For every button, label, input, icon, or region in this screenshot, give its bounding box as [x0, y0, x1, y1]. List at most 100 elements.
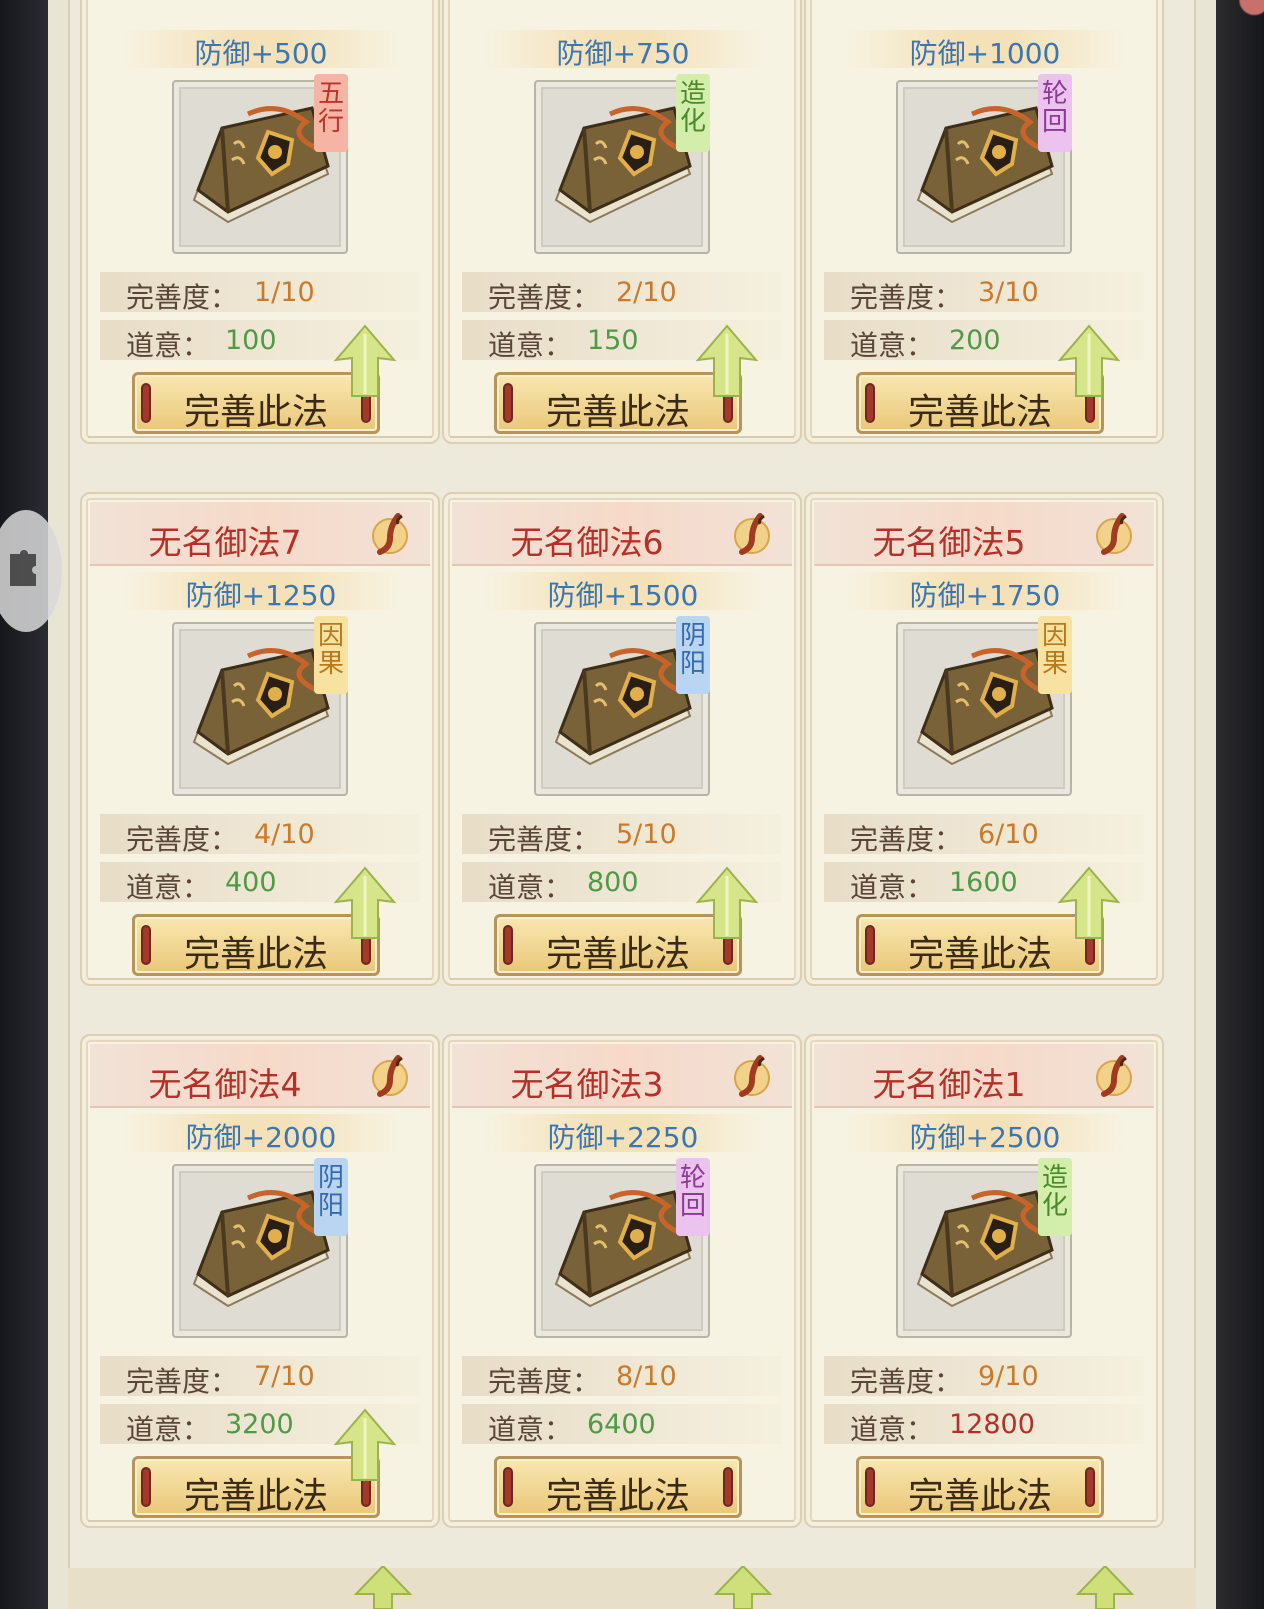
defense-bar: 防御+1500 [484, 572, 762, 612]
daoyi-label: 道意： [850, 1413, 935, 1446]
completion-row: 完善度： 7/10 [100, 1356, 420, 1398]
skill-icon-frame[interactable]: 五行 [172, 74, 348, 254]
element-tag: 阴阳 [314, 1158, 348, 1236]
completion-row: 完善度： 9/10 [824, 1356, 1144, 1398]
book-icon [554, 648, 692, 766]
defense-bar: 防御+1750 [846, 572, 1124, 612]
daoyi-value: 400 [225, 867, 277, 898]
skill-name-bar: 无名御法4 [90, 1044, 430, 1108]
gourd-icon[interactable] [1092, 512, 1136, 556]
completion-value: 9/10 [978, 1361, 1039, 1392]
upgrade-arrow-icon [695, 324, 759, 397]
card-footer-decoration [450, 966, 794, 980]
gourd-icon[interactable] [1092, 1054, 1136, 1098]
skill-icon-frame[interactable]: 造化 [534, 74, 710, 254]
skill-card: 无名御法3 防御+2250 轮回 完善度： 8/10 道意： 6400 完善此法 [442, 1034, 802, 1528]
completion-row: 完善度： 5/10 [462, 814, 782, 856]
completion-value: 6/10 [978, 819, 1039, 850]
completion-label: 完善度： [850, 823, 963, 856]
background-right [1216, 0, 1264, 1609]
skill-icon-frame[interactable]: 轮回 [534, 1158, 710, 1338]
element-tag: 阴阳 [676, 616, 710, 694]
completion-label: 完善度： [488, 823, 601, 856]
book-icon [916, 106, 1054, 224]
completion-label: 完善度： [850, 281, 963, 314]
defense-value: 防御+2250 [547, 1121, 699, 1154]
defense-value: 防御+2000 [185, 1121, 337, 1154]
completion-row: 完善度： 4/10 [100, 814, 420, 856]
book-icon [916, 1190, 1054, 1308]
daoyi-value: 3200 [225, 1409, 294, 1440]
skill-name-bar: 无名御法5 [814, 502, 1154, 566]
upgrade-arrow-icon [333, 866, 397, 939]
skill-card: 防御+750 造化 完善度： 2/10 道意： 150 完善此法 [442, 0, 802, 444]
gourd-icon[interactable] [730, 512, 774, 556]
card-footer-decoration [88, 424, 432, 438]
puzzle-icon [10, 550, 36, 586]
daoyi-value: 6400 [587, 1409, 656, 1440]
card-footer-decoration [812, 966, 1156, 980]
completion-row: 完善度： 1/10 [100, 272, 420, 314]
book-icon [192, 106, 330, 224]
completion-label: 完善度： [850, 1365, 963, 1398]
book-icon [554, 1190, 692, 1308]
daoyi-label: 道意： [488, 329, 573, 362]
defense-bar: 防御+1000 [846, 30, 1124, 70]
daoyi-label: 道意： [488, 1413, 573, 1446]
skill-icon-frame[interactable]: 因果 [172, 616, 348, 796]
daoyi-value: 150 [587, 325, 639, 356]
book-icon [192, 1190, 330, 1308]
completion-label: 完善度： [488, 281, 601, 314]
skill-icon-frame[interactable]: 造化 [896, 1158, 1072, 1338]
daoyi-label: 道意： [850, 329, 935, 362]
element-tag: 五行 [314, 74, 348, 152]
defense-bar: 防御+2250 [484, 1114, 762, 1154]
skill-card: 无名御法1 防御+2500 造化 完善度： 9/10 道意： 12800 完善此… [804, 1034, 1164, 1528]
skill-card: 无名御法4 防御+2000 阴阳 完善度： 7/10 道意： 3200 完善此法 [80, 1034, 440, 1528]
skill-card: 无名御法5 防御+1750 因果 完善度： 6/10 道意： 1600 完善此法 [804, 492, 1164, 986]
daoyi-row: 道意： 12800 [824, 1404, 1144, 1446]
element-tag: 因果 [314, 616, 348, 694]
button-cap-right [723, 1467, 733, 1507]
button-cap-right [1085, 1467, 1095, 1507]
card-footer-decoration [450, 1508, 794, 1522]
completion-row: 完善度： 6/10 [824, 814, 1144, 856]
skill-name: 无名御法7 [148, 523, 302, 562]
daoyi-label: 道意： [126, 871, 211, 904]
skill-name-bar: 无名御法6 [452, 502, 792, 566]
defense-bar: 防御+2000 [122, 1114, 400, 1154]
skill-icon-frame[interactable]: 阴阳 [172, 1158, 348, 1338]
book-icon [554, 106, 692, 224]
gourd-icon[interactable] [368, 1054, 412, 1098]
skill-card: 无名御法6 防御+1500 阴阳 完善度： 5/10 道意： 800 完善此法 [442, 492, 802, 986]
daoyi-value: 100 [225, 325, 277, 356]
skill-name: 无名御法4 [148, 1065, 302, 1104]
skill-card: 防御+500 五行 完善度： 1/10 道意： 100 完善此法 [80, 0, 440, 444]
upgrade-arrow-icon [333, 324, 397, 397]
completion-label: 完善度： [126, 823, 239, 856]
skill-name-bar: 无名御法7 [90, 502, 430, 566]
gourd-icon[interactable] [730, 1054, 774, 1098]
upgrade-arrow-icon [353, 1566, 413, 1609]
defense-bar: 防御+500 [122, 30, 400, 70]
card-footer-decoration [812, 1508, 1156, 1522]
book-icon [916, 648, 1054, 766]
skill-icon-frame[interactable]: 因果 [896, 616, 1072, 796]
book-icon [192, 648, 330, 766]
upgrade-arrow-icon [1057, 866, 1121, 939]
daoyi-value: 1600 [949, 867, 1018, 898]
skill-icon-frame[interactable]: 阴阳 [534, 616, 710, 796]
skill-name: 无名御法3 [510, 1065, 664, 1104]
completion-value: 7/10 [254, 1361, 315, 1392]
completion-row: 完善度： 8/10 [462, 1356, 782, 1398]
daoyi-value: 12800 [949, 1409, 1035, 1440]
skill-icon-frame[interactable]: 轮回 [896, 74, 1072, 254]
element-tag: 轮回 [676, 1158, 710, 1236]
skill-name: 无名御法5 [872, 523, 1026, 562]
card-footer-decoration [450, 424, 794, 438]
daoyi-value: 200 [949, 325, 1001, 356]
element-tag: 轮回 [1038, 74, 1072, 152]
completion-value: 3/10 [978, 277, 1039, 308]
element-tag: 因果 [1038, 616, 1072, 694]
gourd-icon[interactable] [368, 512, 412, 556]
